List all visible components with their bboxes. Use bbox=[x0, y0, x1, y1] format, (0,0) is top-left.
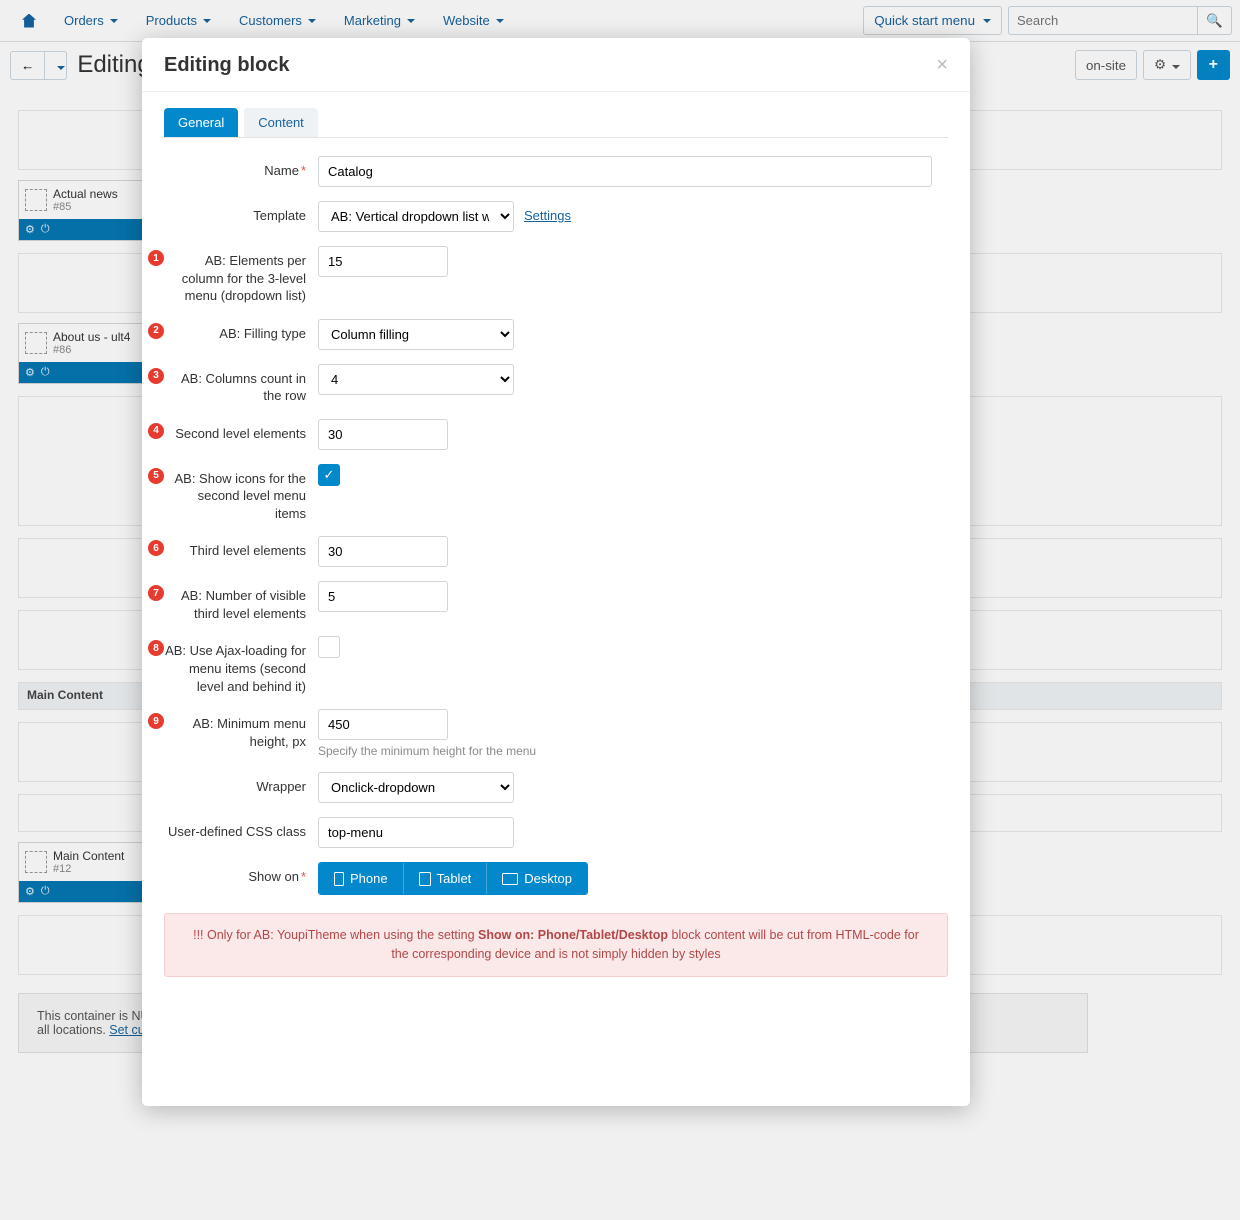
second-level-input[interactable] bbox=[318, 419, 448, 450]
nav-home[interactable] bbox=[8, 14, 50, 28]
quick-start-menu[interactable]: Quick start menu bbox=[863, 6, 1002, 35]
device-tablet[interactable]: Tablet bbox=[404, 863, 488, 894]
modal-tabs: General Content bbox=[164, 108, 948, 138]
tab-general[interactable]: General bbox=[164, 108, 238, 137]
label-filling-type: AB: Filling type bbox=[164, 319, 318, 350]
css-class-input[interactable] bbox=[318, 817, 514, 848]
label-show-on: Show on* bbox=[164, 862, 318, 895]
block-id: #12 bbox=[53, 863, 124, 875]
editing-block-modal: Editing block × General Content Name* Te… bbox=[142, 38, 970, 1106]
desktop-icon bbox=[502, 873, 518, 885]
label-elements-per-column: AB: Elements per column for the 3-level … bbox=[164, 246, 318, 305]
nav-marketing[interactable]: Marketing bbox=[330, 13, 429, 28]
template-settings-link[interactable]: Settings bbox=[514, 201, 571, 232]
label-name: Name* bbox=[164, 156, 318, 187]
badge-3: 3 bbox=[148, 368, 164, 384]
nav-website[interactable]: Website bbox=[429, 13, 518, 28]
show-on-group: Phone Tablet Desktop bbox=[318, 862, 588, 895]
filling-type-select[interactable]: Column filling bbox=[318, 319, 514, 350]
show-icons-checkbox[interactable]: ✓ bbox=[318, 464, 340, 486]
block-main-content[interactable]: Main Content#12 ⚙ ⏻ bbox=[18, 842, 144, 903]
device-phone[interactable]: Phone bbox=[319, 863, 404, 894]
min-height-hint: Specify the minimum height for the menu bbox=[318, 744, 536, 758]
block-actual-news[interactable]: Actual news#85 ⚙ ⏻ bbox=[18, 180, 144, 241]
theme-warning: !!! Only for AB: YoupiTheme when using t… bbox=[164, 913, 948, 977]
label-show-icons: AB: Show icons for the second level menu… bbox=[164, 464, 318, 523]
badge-5: 5 bbox=[148, 468, 164, 484]
badge-4: 4 bbox=[148, 423, 164, 439]
wrapper-select[interactable]: Onclick-dropdown bbox=[318, 772, 514, 803]
block-title: Actual news bbox=[53, 187, 118, 201]
label-ajax-loading: AB: Use Ajax-loading for menu items (sec… bbox=[164, 636, 318, 695]
tablet-icon bbox=[419, 872, 431, 886]
third-level-input[interactable] bbox=[318, 536, 448, 567]
nav-orders[interactable]: Orders bbox=[50, 13, 132, 28]
preview-onsite[interactable]: on-site bbox=[1075, 50, 1137, 80]
settings-button[interactable]: ⚙ bbox=[1143, 50, 1191, 80]
visible-third-input[interactable] bbox=[318, 581, 448, 612]
gear-icon[interactable]: ⚙ bbox=[25, 223, 35, 236]
notice-link[interactable]: Set cu bbox=[109, 1023, 144, 1037]
top-nav: Orders Products Customers Marketing Webs… bbox=[0, 0, 1240, 42]
columns-count-select[interactable]: 4 bbox=[318, 364, 514, 395]
tab-content[interactable]: Content bbox=[244, 108, 318, 137]
gear-icon[interactable]: ⚙ bbox=[25, 885, 35, 898]
label-third-level: Third level elements bbox=[164, 536, 318, 567]
elements-per-column-input[interactable] bbox=[318, 246, 448, 277]
page-title: Editing bbox=[77, 51, 150, 79]
phone-icon bbox=[334, 872, 344, 886]
badge-8: 8 bbox=[148, 640, 164, 656]
add-button[interactable]: + bbox=[1197, 50, 1230, 80]
label-min-height: AB: Minimum menu height, px bbox=[164, 709, 318, 758]
badge-7: 7 bbox=[148, 585, 164, 601]
ajax-loading-checkbox[interactable] bbox=[318, 636, 340, 658]
block-icon bbox=[25, 189, 47, 211]
home-icon bbox=[22, 14, 36, 28]
block-title: Main Content bbox=[53, 849, 124, 863]
search-input[interactable] bbox=[1008, 6, 1198, 35]
min-height-input[interactable] bbox=[318, 709, 448, 740]
label-visible-third: AB: Number of visible third level elemen… bbox=[164, 581, 318, 622]
nav-products[interactable]: Products bbox=[132, 13, 225, 28]
power-icon[interactable]: ⏻ bbox=[41, 366, 50, 379]
modal-title: Editing block bbox=[164, 54, 290, 77]
block-id: #85 bbox=[53, 201, 118, 213]
nav-customers[interactable]: Customers bbox=[225, 13, 330, 28]
label-wrapper: Wrapper bbox=[164, 772, 318, 803]
block-about-us[interactable]: About us - ult4#86 ⚙ ⏻ bbox=[18, 323, 144, 384]
power-icon[interactable]: ⏻ bbox=[41, 885, 50, 898]
power-icon[interactable]: ⏻ bbox=[41, 223, 50, 236]
label-second-level: Second level elements bbox=[164, 419, 318, 450]
back-button[interactable]: ← bbox=[10, 51, 45, 80]
block-id: #86 bbox=[53, 344, 130, 356]
search-button[interactable]: 🔍 bbox=[1198, 6, 1232, 35]
device-desktop[interactable]: Desktop bbox=[487, 863, 587, 894]
label-columns-count: AB: Columns count in the row bbox=[164, 364, 318, 405]
block-title: About us - ult4 bbox=[53, 330, 130, 344]
close-icon[interactable]: × bbox=[936, 54, 948, 77]
badge-9: 9 bbox=[148, 713, 164, 729]
name-input[interactable] bbox=[318, 156, 932, 187]
template-select[interactable]: AB: Vertical dropdown list with icons bbox=[318, 201, 514, 232]
caret-icon bbox=[110, 19, 118, 23]
badge-1: 1 bbox=[148, 250, 164, 266]
label-css-class: User-defined CSS class bbox=[164, 817, 318, 848]
badge-2: 2 bbox=[148, 323, 164, 339]
badge-6: 6 bbox=[148, 540, 164, 556]
label-template: Template bbox=[164, 201, 318, 232]
back-dropdown[interactable] bbox=[45, 51, 67, 80]
gear-icon[interactable]: ⚙ bbox=[25, 366, 35, 379]
